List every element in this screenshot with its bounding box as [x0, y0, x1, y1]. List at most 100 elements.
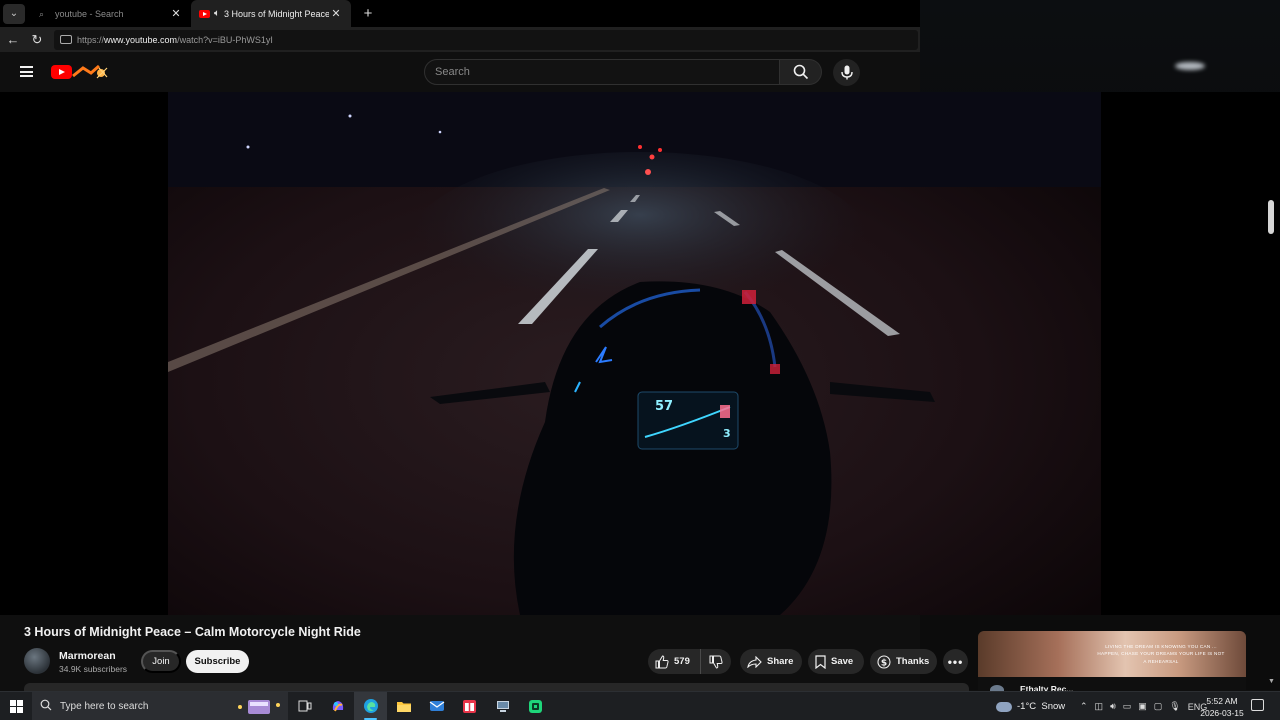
subscriber-count: 34.9K subscribers	[59, 664, 128, 674]
thanks-label: Thanks	[896, 656, 930, 667]
more-actions-button[interactable]: •••	[943, 649, 968, 674]
save-button[interactable]: Save	[808, 649, 864, 674]
weather-condition: Snow	[1041, 701, 1066, 712]
save-label: Save	[831, 656, 854, 667]
search-icon	[40, 699, 52, 714]
start-button[interactable]	[0, 692, 32, 720]
show-hidden-icons-icon[interactable]: ⌃	[1080, 701, 1088, 712]
thanks-button[interactable]: $ Thanks	[870, 649, 937, 674]
refresh-icon[interactable]: ↻	[26, 32, 48, 48]
share-button[interactable]: Share	[740, 649, 802, 674]
join-button[interactable]: Join	[141, 650, 181, 673]
snow-cloud-icon	[996, 701, 1012, 712]
mail-icon	[429, 701, 444, 711]
youtube-play-logo-icon	[51, 65, 72, 79]
copilot-button[interactable]	[321, 692, 354, 720]
browser-tab-bar: ⌄ ⌕ youtube - Search ✕ 🔈︎ 3 Hours of Mid…	[0, 0, 920, 27]
share-icon	[747, 655, 762, 668]
speedometer-reading: 57	[655, 399, 673, 414]
close-tab-icon[interactable]: ✕	[169, 7, 183, 20]
url-scheme: https://	[77, 34, 105, 45]
weather-widget[interactable]: -1°C Snow	[996, 692, 1065, 720]
like-button[interactable]: 579	[648, 649, 701, 674]
video-player[interactable]: 57 3	[0, 92, 1280, 615]
task-view-icon	[298, 700, 311, 712]
taskbar-search-placeholder: Type here to search	[60, 700, 149, 712]
clock-time: 5:52 AM	[1206, 696, 1238, 706]
search-highlight-icon	[238, 699, 280, 714]
taskbar-search-box[interactable]: Type here to search	[32, 691, 288, 720]
search-button[interactable]	[780, 59, 822, 85]
svg-text:$: $	[881, 658, 887, 668]
tab-title: 3 Hours of Midnight Peace – C	[224, 8, 329, 19]
recommended-video-thumbnail[interactable]: LIVING THE DREAM IS KNOWING YOU CAN ... …	[978, 631, 1246, 677]
copilot-icon	[332, 701, 343, 712]
svg-text:3: 3	[723, 427, 731, 440]
tab-title: youtube - Search	[55, 8, 124, 19]
display-icon[interactable]: ▢	[1154, 701, 1163, 712]
menu-icon[interactable]	[20, 66, 33, 77]
thumbnail-caption: LIVING THE DREAM IS KNOWING YOU CAN ... …	[1097, 644, 1225, 664]
page-scrollbar[interactable]	[1268, 200, 1274, 234]
task-view-button[interactable]	[288, 692, 321, 720]
microphone-icon	[840, 65, 853, 80]
microphone-icon[interactable]: 🎙︎	[1169, 701, 1180, 712]
youtube-favicon-icon	[199, 9, 210, 18]
channel-avatar[interactable]	[24, 648, 50, 674]
channel-name[interactable]: Marmorean	[59, 650, 116, 662]
folder-icon	[396, 701, 411, 712]
bookmark-icon	[815, 654, 826, 669]
battery-icon[interactable]: ▭	[1123, 701, 1132, 712]
background-light	[1175, 62, 1205, 70]
recommended-video-meta	[978, 677, 1246, 691]
clock-date: 2026-03-15	[1200, 708, 1244, 718]
scroll-down-icon[interactable]: ▼	[1268, 678, 1275, 685]
recommended-video-title[interactable]: Ethalty Rec...	[1020, 684, 1073, 691]
green-app-button[interactable]	[519, 692, 552, 720]
thanks-dollar-icon: $	[877, 654, 891, 669]
doodle-logo-icon	[72, 64, 108, 79]
url-field[interactable]: https://www.youtube.com/watch?v=iBU-PhWS…	[54, 29, 918, 50]
new-tab-icon[interactable]: +	[357, 5, 379, 22]
back-icon[interactable]: ←	[2, 32, 24, 47]
tab-youtube-search[interactable]: ⌕ youtube - Search ✕	[31, 0, 191, 27]
computer-network-icon	[496, 701, 509, 712]
url-host: www.youtube.com	[104, 34, 178, 45]
green-app-icon	[529, 699, 542, 713]
search-icon	[793, 64, 808, 80]
close-tab-icon[interactable]: ✕	[329, 7, 343, 20]
voice-search-button[interactable]	[833, 59, 860, 86]
lock-icon	[60, 35, 72, 44]
video-title: 3 Hours of Midnight Peace – Calm Motorcy…	[24, 625, 361, 639]
youtube-logo[interactable]	[51, 64, 111, 80]
dislike-button[interactable]	[701, 655, 731, 669]
subscribe-button[interactable]: Subscribe	[186, 650, 249, 673]
thumbs-down-icon	[709, 655, 723, 669]
search-bar	[424, 59, 822, 85]
windows-taskbar: Type here to search -1°C Snow ⌃ ◫ 🔊︎ ▭ ▣…	[0, 691, 1280, 720]
url-path: /watch?v=iBU-PhWS1yI	[177, 34, 273, 45]
gift-icon	[463, 699, 476, 713]
tab-actions-menu-icon[interactable]: ⌄	[3, 3, 25, 24]
search-input[interactable]	[424, 59, 780, 85]
volume-icon[interactable]: 🔊︎	[1110, 701, 1116, 712]
edge-browser-button[interactable]	[354, 691, 387, 720]
network-icon[interactable]: ▣	[1138, 701, 1147, 712]
search-icon: ⌕	[39, 8, 45, 19]
thumbs-up-icon	[655, 654, 669, 668]
mail-button[interactable]	[420, 692, 453, 720]
tab-video[interactable]: 🔈︎ 3 Hours of Midnight Peace – C ✕	[191, 0, 351, 27]
system-tray: ⌃ ◫ 🔊︎ ▭ ▣ ▢ 🎙︎ ENG	[1080, 692, 1214, 720]
like-dislike-group: 579	[648, 649, 731, 674]
onedrive-icon[interactable]: ◫	[1095, 701, 1104, 712]
notification-center-icon[interactable]	[1251, 699, 1264, 711]
like-count: 579	[674, 656, 690, 667]
network-app-button[interactable]	[486, 692, 519, 720]
windows-logo-icon	[9, 699, 23, 713]
gift-app-button[interactable]	[453, 692, 486, 720]
screen: ⌄ ⌕ youtube - Search ✕ 🔈︎ 3 Hours of Mid…	[0, 0, 1280, 720]
speaker-icon[interactable]: 🔈︎	[214, 8, 220, 19]
description-box[interactable]	[24, 683, 969, 691]
file-explorer-button[interactable]	[387, 692, 420, 720]
taskbar-clock[interactable]: 5:52 AM 2026-03-15	[1198, 695, 1246, 719]
